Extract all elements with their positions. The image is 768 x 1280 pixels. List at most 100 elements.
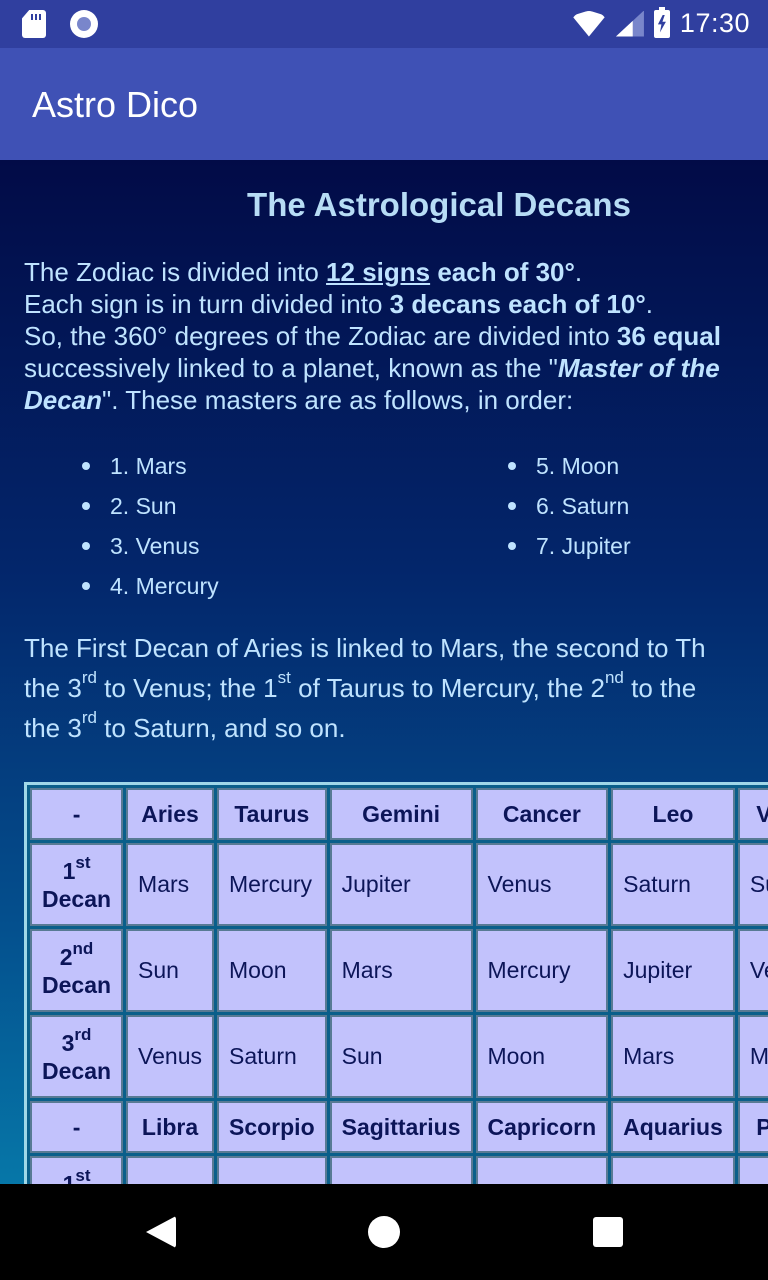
text: So, the 360° degrees of the Zodiac are d… <box>24 321 617 351</box>
explain-line-2: the 3rd to Venus; the 1st of Taurus to M… <box>24 668 768 708</box>
table-row: 3rd Decan Venus Saturn Sun Moon Mars M <box>30 1015 768 1098</box>
list-item: 4. Mercury <box>80 568 219 608</box>
wifi-icon <box>571 10 606 37</box>
text-bold: 36 equal <box>616 321 721 351</box>
table-cell: Mercury <box>217 843 327 926</box>
table-header-cell: - <box>30 788 124 840</box>
table-header-row: - Aries Taurus Gemini Cancer Leo V <box>30 788 768 840</box>
ordinal-num: 1 <box>62 857 76 884</box>
table-cell <box>217 1156 327 1184</box>
intro-line-4: successively linked to a planet, known a… <box>24 352 768 384</box>
table-header-cell: Sagittarius <box>329 1101 473 1153</box>
explanation-paragraph: The First Decan of Aries is linked to Ma… <box>24 628 768 748</box>
table-cell: M <box>737 1015 768 1098</box>
home-icon[interactable] <box>368 1216 400 1248</box>
planet-list-right: 5. Moon 6. Saturn 7. Jupiter <box>506 448 631 568</box>
table-header-cell: Taurus <box>217 788 327 840</box>
row-label: 1stDecan <box>30 1156 124 1184</box>
table-header-cell: - <box>30 1101 124 1153</box>
text: Each sign is in turn divided into <box>24 289 390 319</box>
table-cell <box>126 1156 214 1184</box>
recents-icon[interactable] <box>593 1217 623 1247</box>
ordinal-sup: st <box>277 668 291 688</box>
back-icon[interactable] <box>146 1216 176 1248</box>
table-cell: Jupiter <box>329 843 473 926</box>
sd-card-icon <box>22 10 46 38</box>
cell-signal-icon <box>616 11 644 37</box>
list-item: 1. Mars <box>80 448 219 488</box>
decan-word: Decan <box>42 885 112 912</box>
table-cell: Moon <box>475 1015 609 1098</box>
planet-list-left: 1. Mars 2. Sun 3. Venus 4. Mercury <box>80 448 219 608</box>
decan-table: - Aries Taurus Gemini Cancer Leo V 1st De… <box>24 782 768 1184</box>
table-header-cell: Capricorn <box>475 1101 609 1153</box>
explain-line-3: the 3rd to Saturn, and so on. <box>24 708 768 748</box>
table-cell: Moon <box>217 929 327 1012</box>
table-cell: Sun <box>126 929 214 1012</box>
table-cell: Mercury <box>475 929 609 1012</box>
table-header-cell: Gemini <box>329 788 473 840</box>
zodiac-signs-link[interactable]: 12 signs <box>326 257 430 287</box>
status-time: 17:30 <box>679 8 750 38</box>
text: to Venus; the 1 <box>96 673 278 703</box>
intro-line-5: Decan". These masters are as follows, in… <box>24 384 768 416</box>
text-italic: Master of the <box>557 353 720 383</box>
table-header-cell: Aquarius <box>611 1101 735 1153</box>
recording-icon <box>70 10 98 38</box>
battery-charging-icon <box>653 6 670 38</box>
list-item: 5. Moon <box>506 448 631 488</box>
explain-line-1: The First Decan of Aries is linked to Ma… <box>24 633 706 663</box>
table-cell: Venus <box>475 843 609 926</box>
text: ". These masters are as follows, in orde… <box>102 385 574 415</box>
table-cell <box>611 1156 735 1184</box>
ordinal-sup: nd <box>604 668 624 688</box>
table-cell: Sun <box>329 1015 473 1098</box>
ordinal-sup: rd <box>81 668 97 688</box>
content-webview[interactable]: The Astrological Decans The Zodiac is di… <box>0 160 768 1184</box>
list-item: 6. Saturn <box>506 488 631 528</box>
ordinal-sup: st <box>75 1165 91 1184</box>
table-cell <box>737 1156 768 1184</box>
ordinal-sup: rd <box>74 1024 92 1044</box>
ordinal-num: 3 <box>61 1029 75 1056</box>
table-row: 2nd Decan Sun Moon Mars Mercury Jupiter V… <box>30 929 768 1012</box>
intro-line-1: The Zodiac is divided into 12 signs each… <box>24 256 768 288</box>
table-header-cell: V <box>737 788 768 840</box>
ordinal-num: 2 <box>59 943 73 970</box>
table-cell: Ve <box>737 929 768 1012</box>
table-cell: Saturn <box>217 1015 327 1098</box>
table-header-cell: Aries <box>126 788 214 840</box>
text-bold: 3 decans each of 10° <box>389 289 646 319</box>
text-italic: Decan <box>24 385 103 415</box>
table-cell <box>475 1156 609 1184</box>
table-cell: Mars <box>126 843 214 926</box>
ordinal-sup: st <box>75 852 91 872</box>
text: . <box>574 257 583 287</box>
row-label: 3rd Decan <box>30 1015 124 1098</box>
text: to the <box>623 673 697 703</box>
table-header-row: - Libra Scorpio Sagittarius Capricorn Aq… <box>30 1101 768 1153</box>
table-header-cell: Cancer <box>475 788 609 840</box>
app-title: Astro Dico <box>32 84 199 125</box>
table-cell: Jupiter <box>611 929 735 1012</box>
text: of Taurus to Mercury, the 2 <box>290 673 605 703</box>
ordinal-sup: nd <box>72 938 94 958</box>
text: the 3 <box>24 713 82 743</box>
intro-line-3: So, the 360° degrees of the Zodiac are d… <box>24 320 768 352</box>
text: successively linked to a planet, known a… <box>24 353 558 383</box>
row-label: 2nd Decan <box>30 929 124 1012</box>
table-header-cell: Scorpio <box>217 1101 327 1153</box>
status-bar: 17:30 <box>0 0 768 48</box>
table-cell: Saturn <box>611 843 735 926</box>
page-title: The Astrological Decans <box>247 186 631 223</box>
table-cell: Mars <box>611 1015 735 1098</box>
text: . <box>645 289 653 319</box>
table-cell: Venus <box>126 1015 214 1098</box>
text-bold: each of 30° <box>430 257 575 287</box>
text: to Saturn, and so on. <box>96 713 346 743</box>
decan-word: Decan <box>42 1057 112 1084</box>
table-cell <box>329 1156 473 1184</box>
table-header-cell: P <box>737 1101 768 1153</box>
table-cell: Su <box>737 843 768 926</box>
list-item: 7. Jupiter <box>506 528 631 568</box>
